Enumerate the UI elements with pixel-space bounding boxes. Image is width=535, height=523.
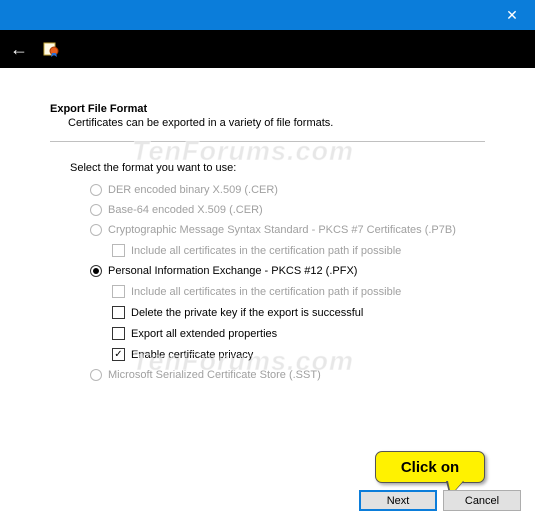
option-label: Base-64 encoded X.509 (.CER)	[108, 204, 263, 216]
option-pfx-cert-privacy[interactable]: Enable certificate privacy	[112, 348, 485, 361]
option-base64: Base-64 encoded X.509 (.CER)	[90, 204, 485, 216]
option-label: Enable certificate privacy	[131, 349, 253, 361]
nav-bar: ←	[0, 30, 535, 68]
checkbox-p7b-chain	[112, 244, 125, 257]
checkbox-pfx-chain	[112, 285, 125, 298]
close-icon: ✕	[506, 7, 518, 24]
option-label: Delete the private key if the export is …	[131, 307, 363, 319]
page-subheading: Certificates can be exported in a variet…	[68, 117, 485, 129]
checkbox-delete-key[interactable]	[112, 306, 125, 319]
option-pfx[interactable]: Personal Information Exchange - PKCS #12…	[90, 265, 485, 277]
option-pfx-delete-key[interactable]: Delete the private key if the export is …	[112, 306, 485, 319]
option-pfx-chain: Include all certificates in the certific…	[112, 285, 485, 298]
radio-pfx[interactable]	[90, 265, 102, 277]
option-label: Include all certificates in the certific…	[131, 245, 401, 257]
checkbox-cert-privacy[interactable]	[112, 348, 125, 361]
format-prompt: Select the format you want to use:	[70, 162, 485, 174]
checkbox-export-extended[interactable]	[112, 327, 125, 340]
option-label: DER encoded binary X.509 (.CER)	[108, 184, 278, 196]
back-button[interactable]: ←	[10, 39, 28, 60]
next-button[interactable]: Next	[359, 490, 437, 511]
annotation-callout: Click on	[375, 451, 485, 483]
option-pfx-export-extended[interactable]: Export all extended properties	[112, 327, 485, 340]
radio-der	[90, 184, 102, 196]
titlebar: ✕	[0, 0, 535, 30]
option-p7b-chain: Include all certificates in the certific…	[112, 244, 485, 257]
cancel-button[interactable]: Cancel	[443, 490, 521, 511]
radio-sst	[90, 369, 102, 381]
format-options: DER encoded binary X.509 (.CER) Base-64 …	[90, 184, 485, 381]
option-p7b: Cryptographic Message Syntax Standard - …	[90, 224, 485, 236]
page-heading: Export File Format	[50, 103, 485, 115]
radio-p7b	[90, 224, 102, 236]
option-label: Microsoft Serialized Certificate Store (…	[108, 369, 321, 381]
option-label: Personal Information Exchange - PKCS #12…	[108, 265, 357, 277]
wizard-content: Export File Format Certificates can be e…	[0, 68, 535, 381]
option-label: Cryptographic Message Syntax Standard - …	[108, 224, 456, 236]
radio-base64	[90, 204, 102, 216]
wizard-footer: Next Cancel	[359, 490, 521, 511]
close-button[interactable]: ✕	[489, 0, 535, 30]
option-der: DER encoded binary X.509 (.CER)	[90, 184, 485, 196]
option-sst: Microsoft Serialized Certificate Store (…	[90, 369, 485, 381]
option-label: Export all extended properties	[131, 328, 277, 340]
certificate-icon	[42, 40, 60, 58]
divider	[50, 141, 485, 142]
option-label: Include all certificates in the certific…	[131, 286, 401, 298]
